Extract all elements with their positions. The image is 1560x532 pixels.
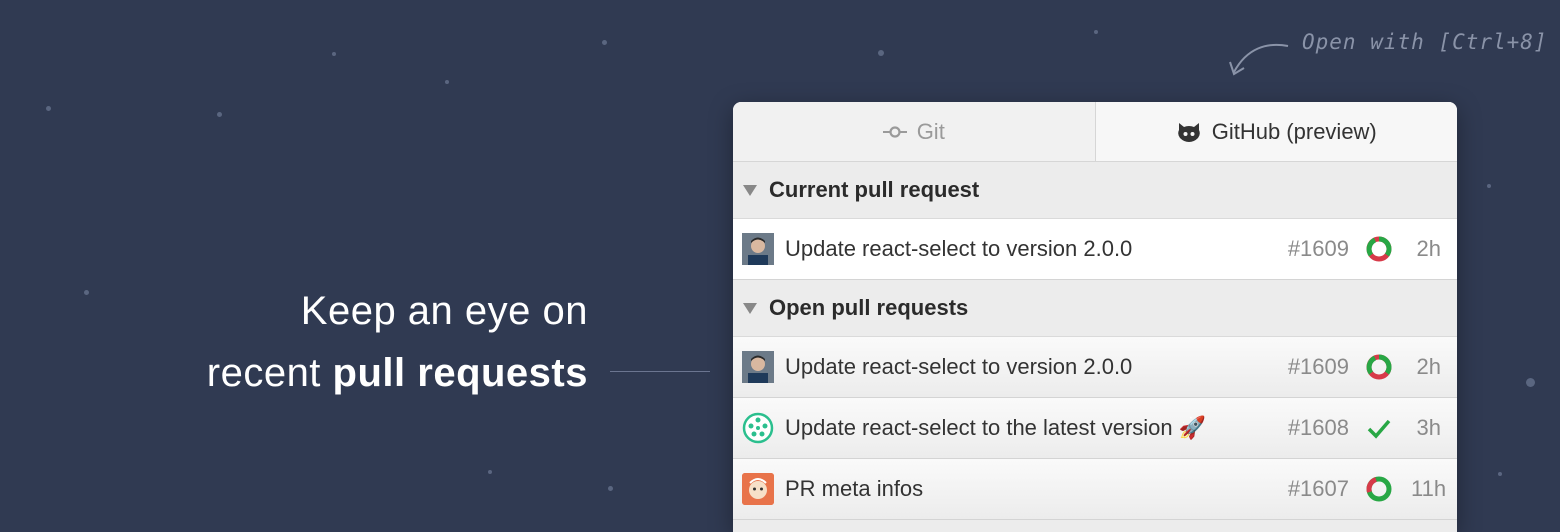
tab-bar: Git GitHub (preview) xyxy=(733,102,1457,162)
curved-arrow-icon xyxy=(1229,43,1289,76)
pr-row[interactable]: Update react-select to version 2.0.0 #16… xyxy=(733,337,1457,398)
background-dot xyxy=(1487,184,1491,188)
pr-number: #1609 xyxy=(1287,236,1349,261)
background-dot xyxy=(608,486,613,491)
background-dot xyxy=(445,80,449,84)
orange-avatar xyxy=(742,473,774,505)
pr-title: PR meta infos xyxy=(785,476,924,501)
pr-number: #1608 xyxy=(1287,415,1349,440)
background-dot xyxy=(602,40,607,45)
tab-github-label: GitHub (preview) xyxy=(1211,118,1377,144)
pr-age: 3h xyxy=(1416,415,1441,440)
pr-number: #1607 xyxy=(1287,476,1349,501)
pr-title: Update react-select to version 2.0.0 xyxy=(785,354,1133,379)
pr-number: #1609 xyxy=(1287,354,1349,379)
section-title: Current pull request xyxy=(769,177,980,202)
pr-row[interactable]: Update react-select to the latest versio… xyxy=(733,398,1457,459)
pr-age: 11h xyxy=(1411,476,1447,501)
open-prs-header[interactable]: Open pull requests xyxy=(733,280,1457,337)
user-avatar xyxy=(742,233,774,265)
tab-github[interactable]: GitHub (preview) xyxy=(1094,102,1457,161)
background-dot xyxy=(332,52,336,56)
octocat-icon xyxy=(1177,122,1200,142)
git-commit-icon xyxy=(882,125,907,138)
user-avatar xyxy=(742,351,774,383)
background-dot xyxy=(217,112,222,117)
pr-title: Update react-select to version 2.0.0 xyxy=(785,236,1133,261)
collapse-caret-icon xyxy=(743,302,757,314)
pr-row[interactable]: Update react-select to version 2.0.0 #16… xyxy=(733,219,1457,280)
collapse-caret-icon xyxy=(743,184,757,196)
tagline: Keep an eye on recent pull requests xyxy=(207,280,588,404)
pr-age: 2h xyxy=(1416,354,1441,379)
pr-age: 2h xyxy=(1416,236,1441,261)
section-title: Open pull requests xyxy=(769,295,969,320)
background-dot xyxy=(84,290,89,295)
tagline-line-1: Keep an eye on xyxy=(300,289,588,333)
bot-avatar xyxy=(742,412,774,444)
tagline-bold: pull requests xyxy=(332,351,588,395)
pr-title: Update react-select to the latest versio… xyxy=(785,415,1207,440)
background-dot xyxy=(1094,30,1098,34)
tab-git[interactable]: Git xyxy=(733,102,1095,161)
github-panel: Git GitHub (preview) Current pull reques… xyxy=(733,102,1457,532)
background-dot xyxy=(878,50,884,56)
pending-status-icon xyxy=(1365,235,1393,263)
background-dot xyxy=(1526,378,1535,387)
background-dot xyxy=(488,470,492,474)
check-icon xyxy=(1365,414,1393,442)
pr-row[interactable]: PR meta infos #1607 11h xyxy=(733,459,1457,520)
current-pr-header[interactable]: Current pull request xyxy=(733,162,1457,219)
background-dot xyxy=(46,106,51,111)
background-dot xyxy=(1498,472,1502,476)
tab-git-label: Git xyxy=(916,118,945,144)
tagline-prefix: recent xyxy=(206,351,333,395)
pending-status-icon xyxy=(1365,353,1393,381)
pending-status-icon xyxy=(1365,475,1393,503)
keyboard-hint: Open with [Ctrl+8] xyxy=(1302,30,1548,54)
connector-line xyxy=(610,371,710,372)
tagline-line-2: recent pull requests xyxy=(207,342,588,404)
